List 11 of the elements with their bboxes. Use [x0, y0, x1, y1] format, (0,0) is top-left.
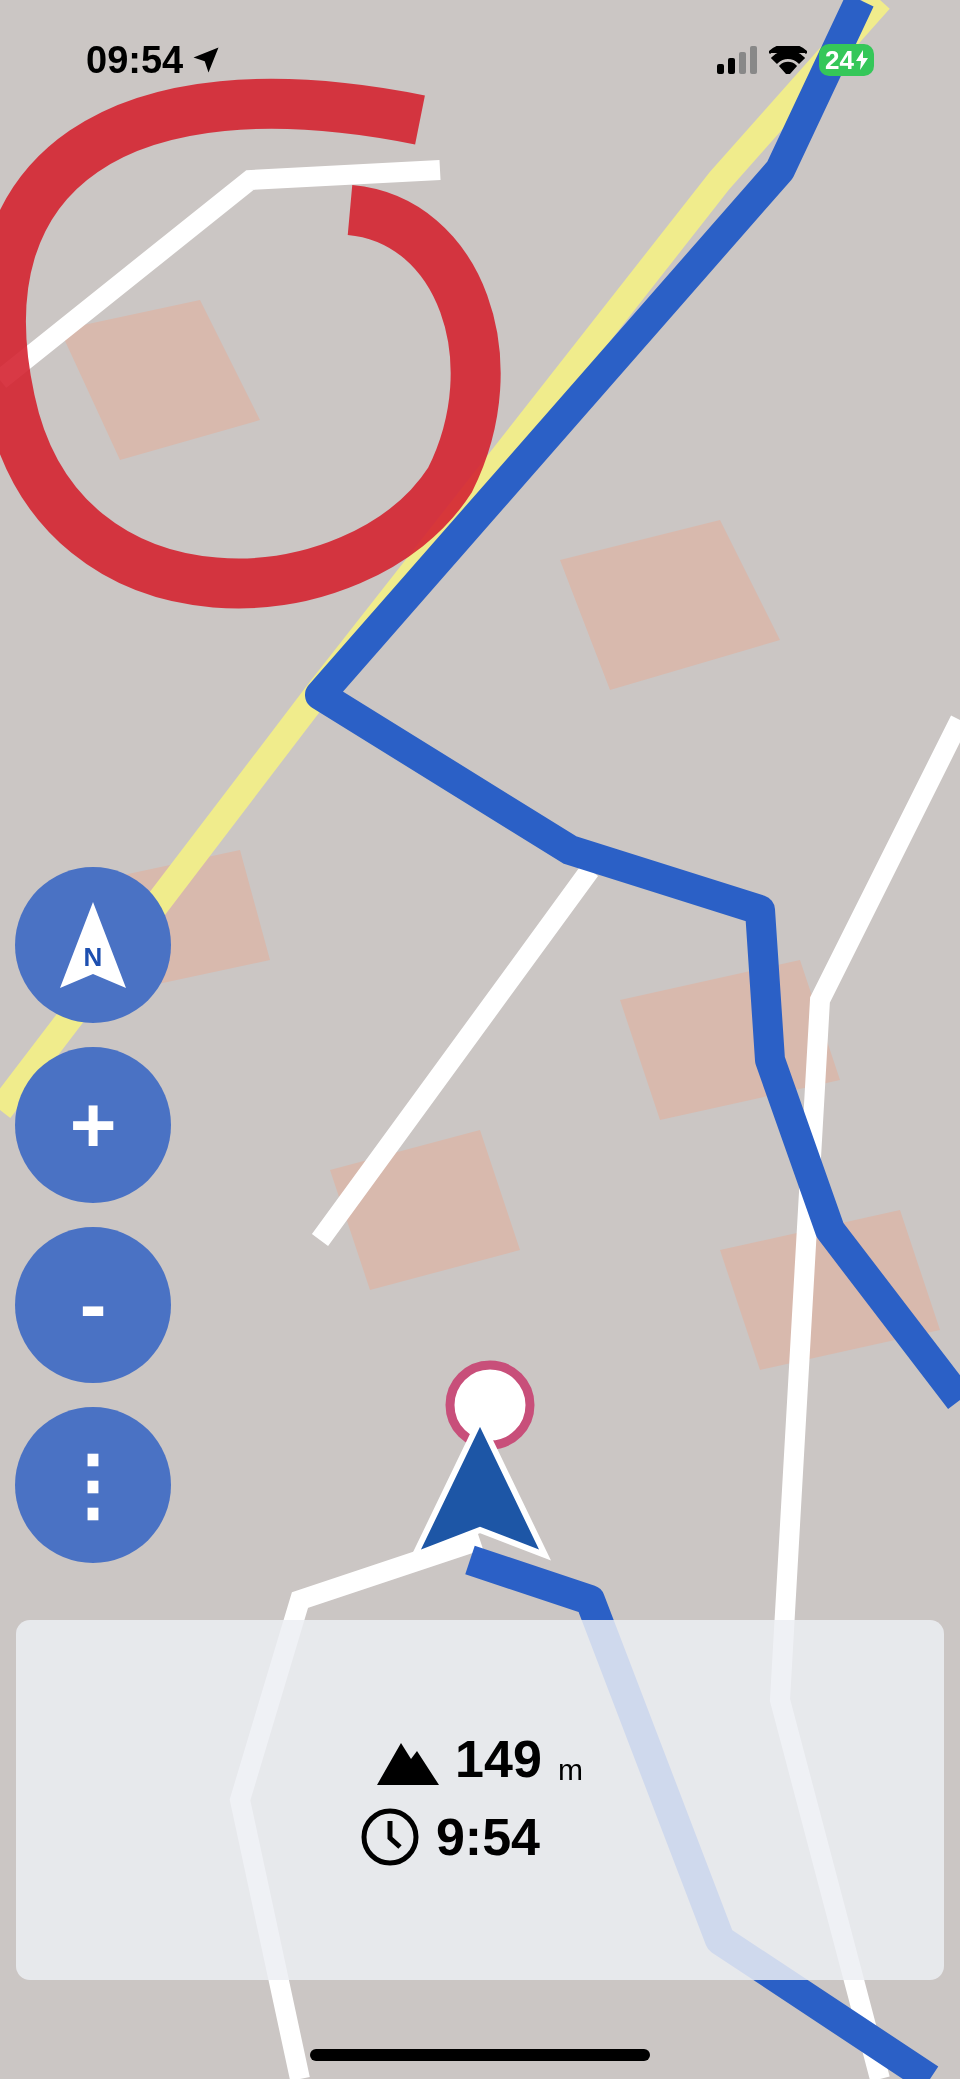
clock-time: 09:54 — [86, 37, 184, 83]
north-label: N — [83, 944, 103, 970]
bolt-icon — [856, 50, 868, 70]
elevation-unit: m — [557, 1755, 583, 1785]
battery-indicator: 24 — [819, 44, 874, 76]
arrival-time: 9:54 — [435, 1811, 541, 1863]
wifi-icon — [769, 46, 808, 74]
compass-arrow-icon — [58, 900, 128, 990]
elevation-value: 149 — [455, 1733, 542, 1785]
clock-icon — [359, 1807, 420, 1867]
signal-icon — [717, 46, 758, 74]
